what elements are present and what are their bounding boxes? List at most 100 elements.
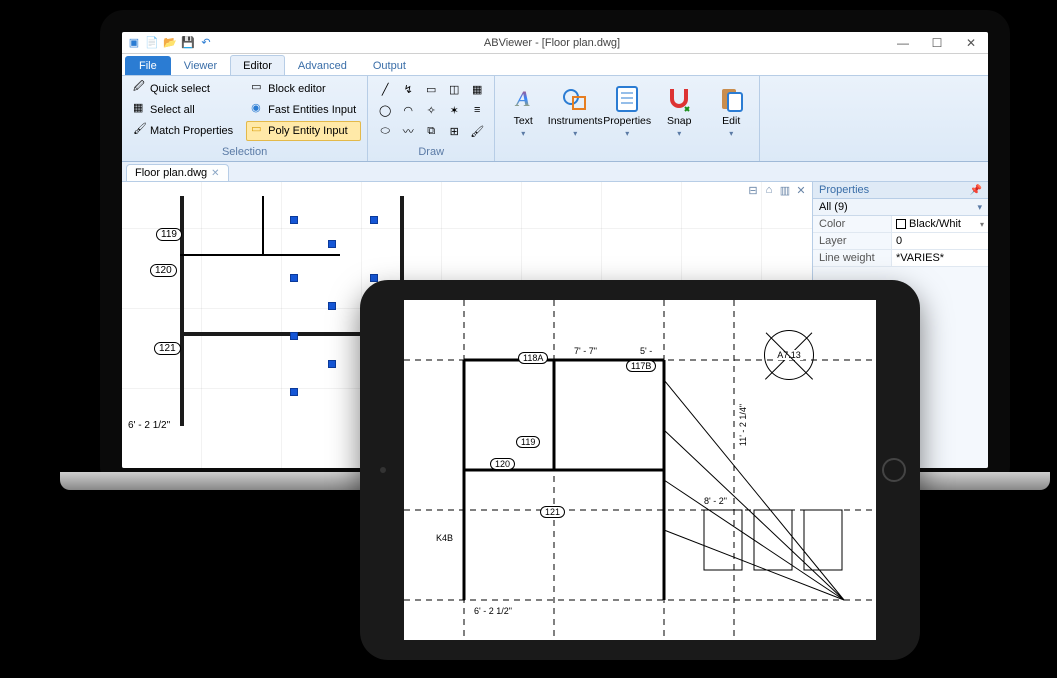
tablet-frame: 118A 117B 119 120 121 7' - 7" 5' - 11' -… [360,280,920,660]
room-tag: 121 [154,342,181,355]
label: Properties [603,116,651,127]
rect2-icon[interactable]: ◫ [443,79,465,99]
shapes-icon [560,84,590,114]
document-tab[interactable]: Floor plan.dwg ✕ [126,164,229,181]
property-key: Color [813,216,891,232]
panel-summary[interactable]: All (9) ▾ [813,199,988,216]
tab-advanced[interactable]: Advanced [285,55,360,75]
quick-select-button[interactable]: 🖉 Quick select [128,79,238,99]
label: Edit [722,116,740,127]
close-button[interactable]: ✕ [954,32,988,54]
paint-icon[interactable]: 🖌 [466,121,488,141]
properties-button[interactable]: Properties ▾ [601,79,653,161]
property-value[interactable]: Black/Whit ▾ [891,216,988,232]
line-icon[interactable]: ╱ [374,79,396,99]
property-row-lineweight: Line weight *VARIES* [813,250,988,267]
dimension-text: 8' - 2" [704,496,727,506]
chevron-down-icon: ▾ [977,202,982,213]
hatch-icon[interactable]: ▦ [466,79,488,99]
summary-text: All (9) [819,201,848,213]
select-all-button[interactable]: ▦ Select all [128,100,238,120]
undo-icon[interactable]: ↶ [198,35,214,51]
spline-icon[interactable]: 〰 [397,121,419,141]
new-icon[interactable]: 📄 [144,35,160,51]
value-text: 0 [896,235,902,247]
minimize-button[interactable]: — [886,32,920,54]
circle-icon[interactable]: ◯ [374,100,396,120]
selection-grip[interactable] [290,332,298,340]
block-editor-button[interactable]: ▭ Block editor [246,79,361,99]
room-tag: 121 [540,506,565,518]
cube-icon[interactable]: ▣ [126,35,142,51]
close-icon[interactable]: ✕ [211,168,219,179]
ribbon-group-big: A Text ▾ Instruments ▾ Properties [495,76,760,161]
selection-grip[interactable] [328,302,336,310]
chevron-down-icon: ▾ [729,129,733,138]
label: Instruments [548,116,603,127]
ellipse-icon[interactable]: ⬭ [374,121,396,141]
tab-editor[interactable]: Editor [230,55,285,75]
match-properties-button[interactable]: 🖌 Match Properties [128,121,238,141]
align-icon[interactable]: ≡ [466,100,488,120]
tab-viewer[interactable]: Viewer [171,55,230,75]
arc-icon[interactable]: ◠ [397,100,419,120]
close-icon[interactable]: ✕ [794,184,808,197]
snap-button[interactable]: Snap ▾ [653,79,705,161]
tab-output[interactable]: Output [360,55,419,75]
edit-button[interactable]: Edit ▾ [705,79,757,161]
grid-icon[interactable]: ⊞ [443,121,465,141]
room-tag: 119 [516,436,540,448]
ribbon-tab-strip: File Viewer Editor Advanced Output [122,54,988,76]
explode-icon[interactable]: ✶ [443,100,465,120]
property-row-layer: Layer 0 [813,233,988,250]
fast-entities-icon: ◉ [251,103,265,117]
chevron-down-icon: ▾ [980,220,984,229]
quick-select-icon: 🖉 [133,82,147,96]
ribbon-group-draw: ╱ ↯ ▭ ◫ ▦ ◯ ◠ ✧ ✶ ≡ ⬭ 〰 [368,76,495,161]
wall [262,196,264,254]
selection-grip[interactable] [290,216,298,224]
document-tab-strip: Floor plan.dwg ✕ [122,162,988,182]
compass-label: A7.13 [775,350,803,360]
pin-icon[interactable]: 📌 [970,185,982,196]
text-button[interactable]: A Text ▾ [497,79,549,161]
selection-grip[interactable] [290,274,298,282]
save-icon[interactable]: 💾 [180,35,196,51]
poly-entity-input-button[interactable]: ▭ Poly Entity Input [246,121,361,141]
misc-label: K4B [436,533,453,543]
value-text: *VARIES* [896,252,944,264]
move-copy-icon[interactable]: ✧ [420,100,442,120]
rect-icon[interactable]: ▭ [420,79,442,99]
title-bar: ▣ 📄 📂 💾 ↶ ABViewer - [Floor plan.dwg] — … [122,32,988,54]
dimension-text: 6' - 2 1/2" [128,420,170,431]
ribbon: 🖉 Quick select ▦ Select all 🖌 Match Prop… [122,76,988,162]
label: Text [514,116,533,127]
match-properties-icon: 🖌 [133,124,147,138]
tablet-home-button[interactable] [882,458,906,482]
selection-grip[interactable] [370,216,378,224]
offset-icon[interactable]: ⧉ [420,121,442,141]
instruments-button[interactable]: Instruments ▾ [549,79,601,161]
home-icon[interactable]: ⌂ [762,184,776,197]
property-value[interactable]: 0 [891,233,988,249]
restore-icon[interactable]: ⊟ [746,184,760,197]
fast-entities-input-button[interactable]: ◉ Fast Entities Input [246,100,361,120]
selection-grip[interactable] [370,274,378,282]
dimension-text: 6' - 2 1/2" [474,606,512,616]
tablet-screen[interactable]: 118A 117B 119 120 121 7' - 7" 5' - 11' -… [404,300,876,640]
selection-grip[interactable] [328,360,336,368]
property-value[interactable]: *VARIES* [891,250,988,266]
selection-grip[interactable] [328,240,336,248]
label: Select all [150,105,195,116]
file-tab[interactable]: File [125,56,171,75]
open-icon[interactable]: 📂 [162,35,178,51]
panel-header[interactable]: Properties 📌 [813,182,988,199]
maximize-button[interactable]: ☐ [920,32,954,54]
property-key: Layer [813,233,891,249]
group-label: Selection [128,144,361,161]
tile-icon[interactable]: ▥ [778,184,792,197]
polyline-icon[interactable]: ↯ [397,79,419,99]
quick-access-toolbar: ▣ 📄 📂 💾 ↶ [122,35,218,51]
poly-entity-icon: ▭ [251,124,265,138]
selection-grip[interactable] [290,388,298,396]
